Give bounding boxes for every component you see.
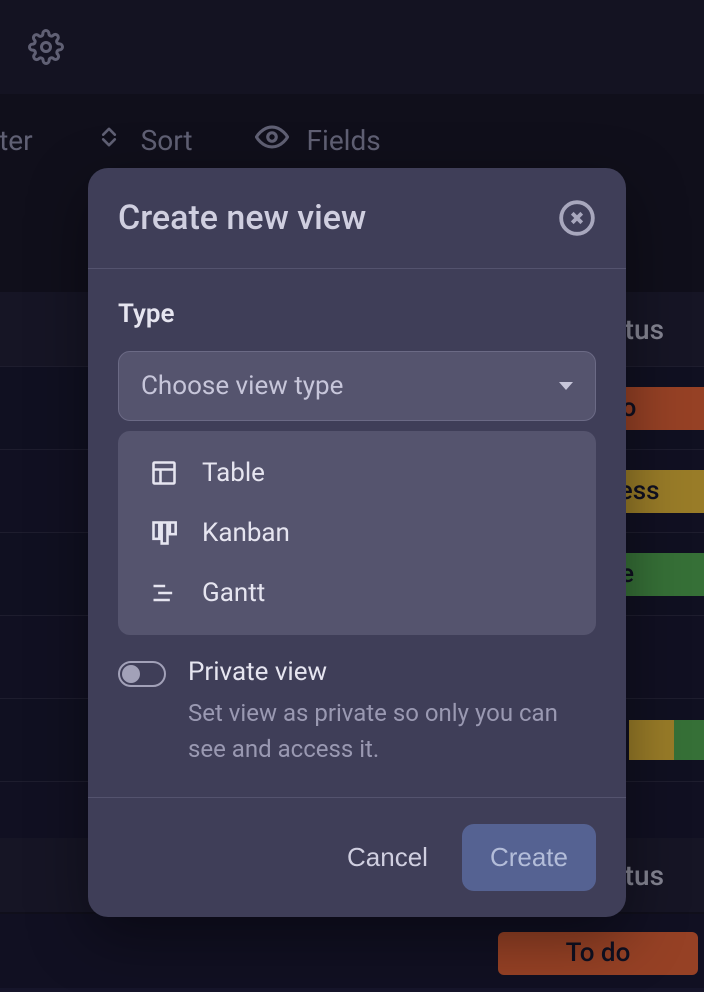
type-label: Type <box>118 299 596 329</box>
view-type-select[interactable]: Choose view type <box>118 351 596 421</box>
table-icon <box>148 457 180 489</box>
option-label: Table <box>202 458 265 488</box>
option-label: Gantt <box>202 578 265 608</box>
select-placeholder: Choose view type <box>141 371 343 401</box>
option-table[interactable]: Table <box>118 443 596 503</box>
create-view-modal: Create new view Type Choose view type <box>88 168 626 917</box>
private-description: Set view as private so only you can see … <box>188 695 596 767</box>
private-title: Private view <box>188 657 596 687</box>
view-type-dropdown: Table Kanban Gantt <box>118 431 596 635</box>
option-kanban[interactable]: Kanban <box>118 503 596 563</box>
private-toggle[interactable] <box>118 661 166 687</box>
chevron-down-icon <box>559 382 573 390</box>
option-label: Kanban <box>202 518 290 548</box>
cancel-button[interactable]: Cancel <box>347 842 428 873</box>
create-button[interactable]: Create <box>462 824 596 891</box>
option-gantt[interactable]: Gantt <box>118 563 596 623</box>
kanban-icon <box>148 517 180 549</box>
close-button[interactable] <box>558 199 596 237</box>
modal-title: Create new view <box>118 198 366 238</box>
gantt-icon <box>148 577 180 609</box>
